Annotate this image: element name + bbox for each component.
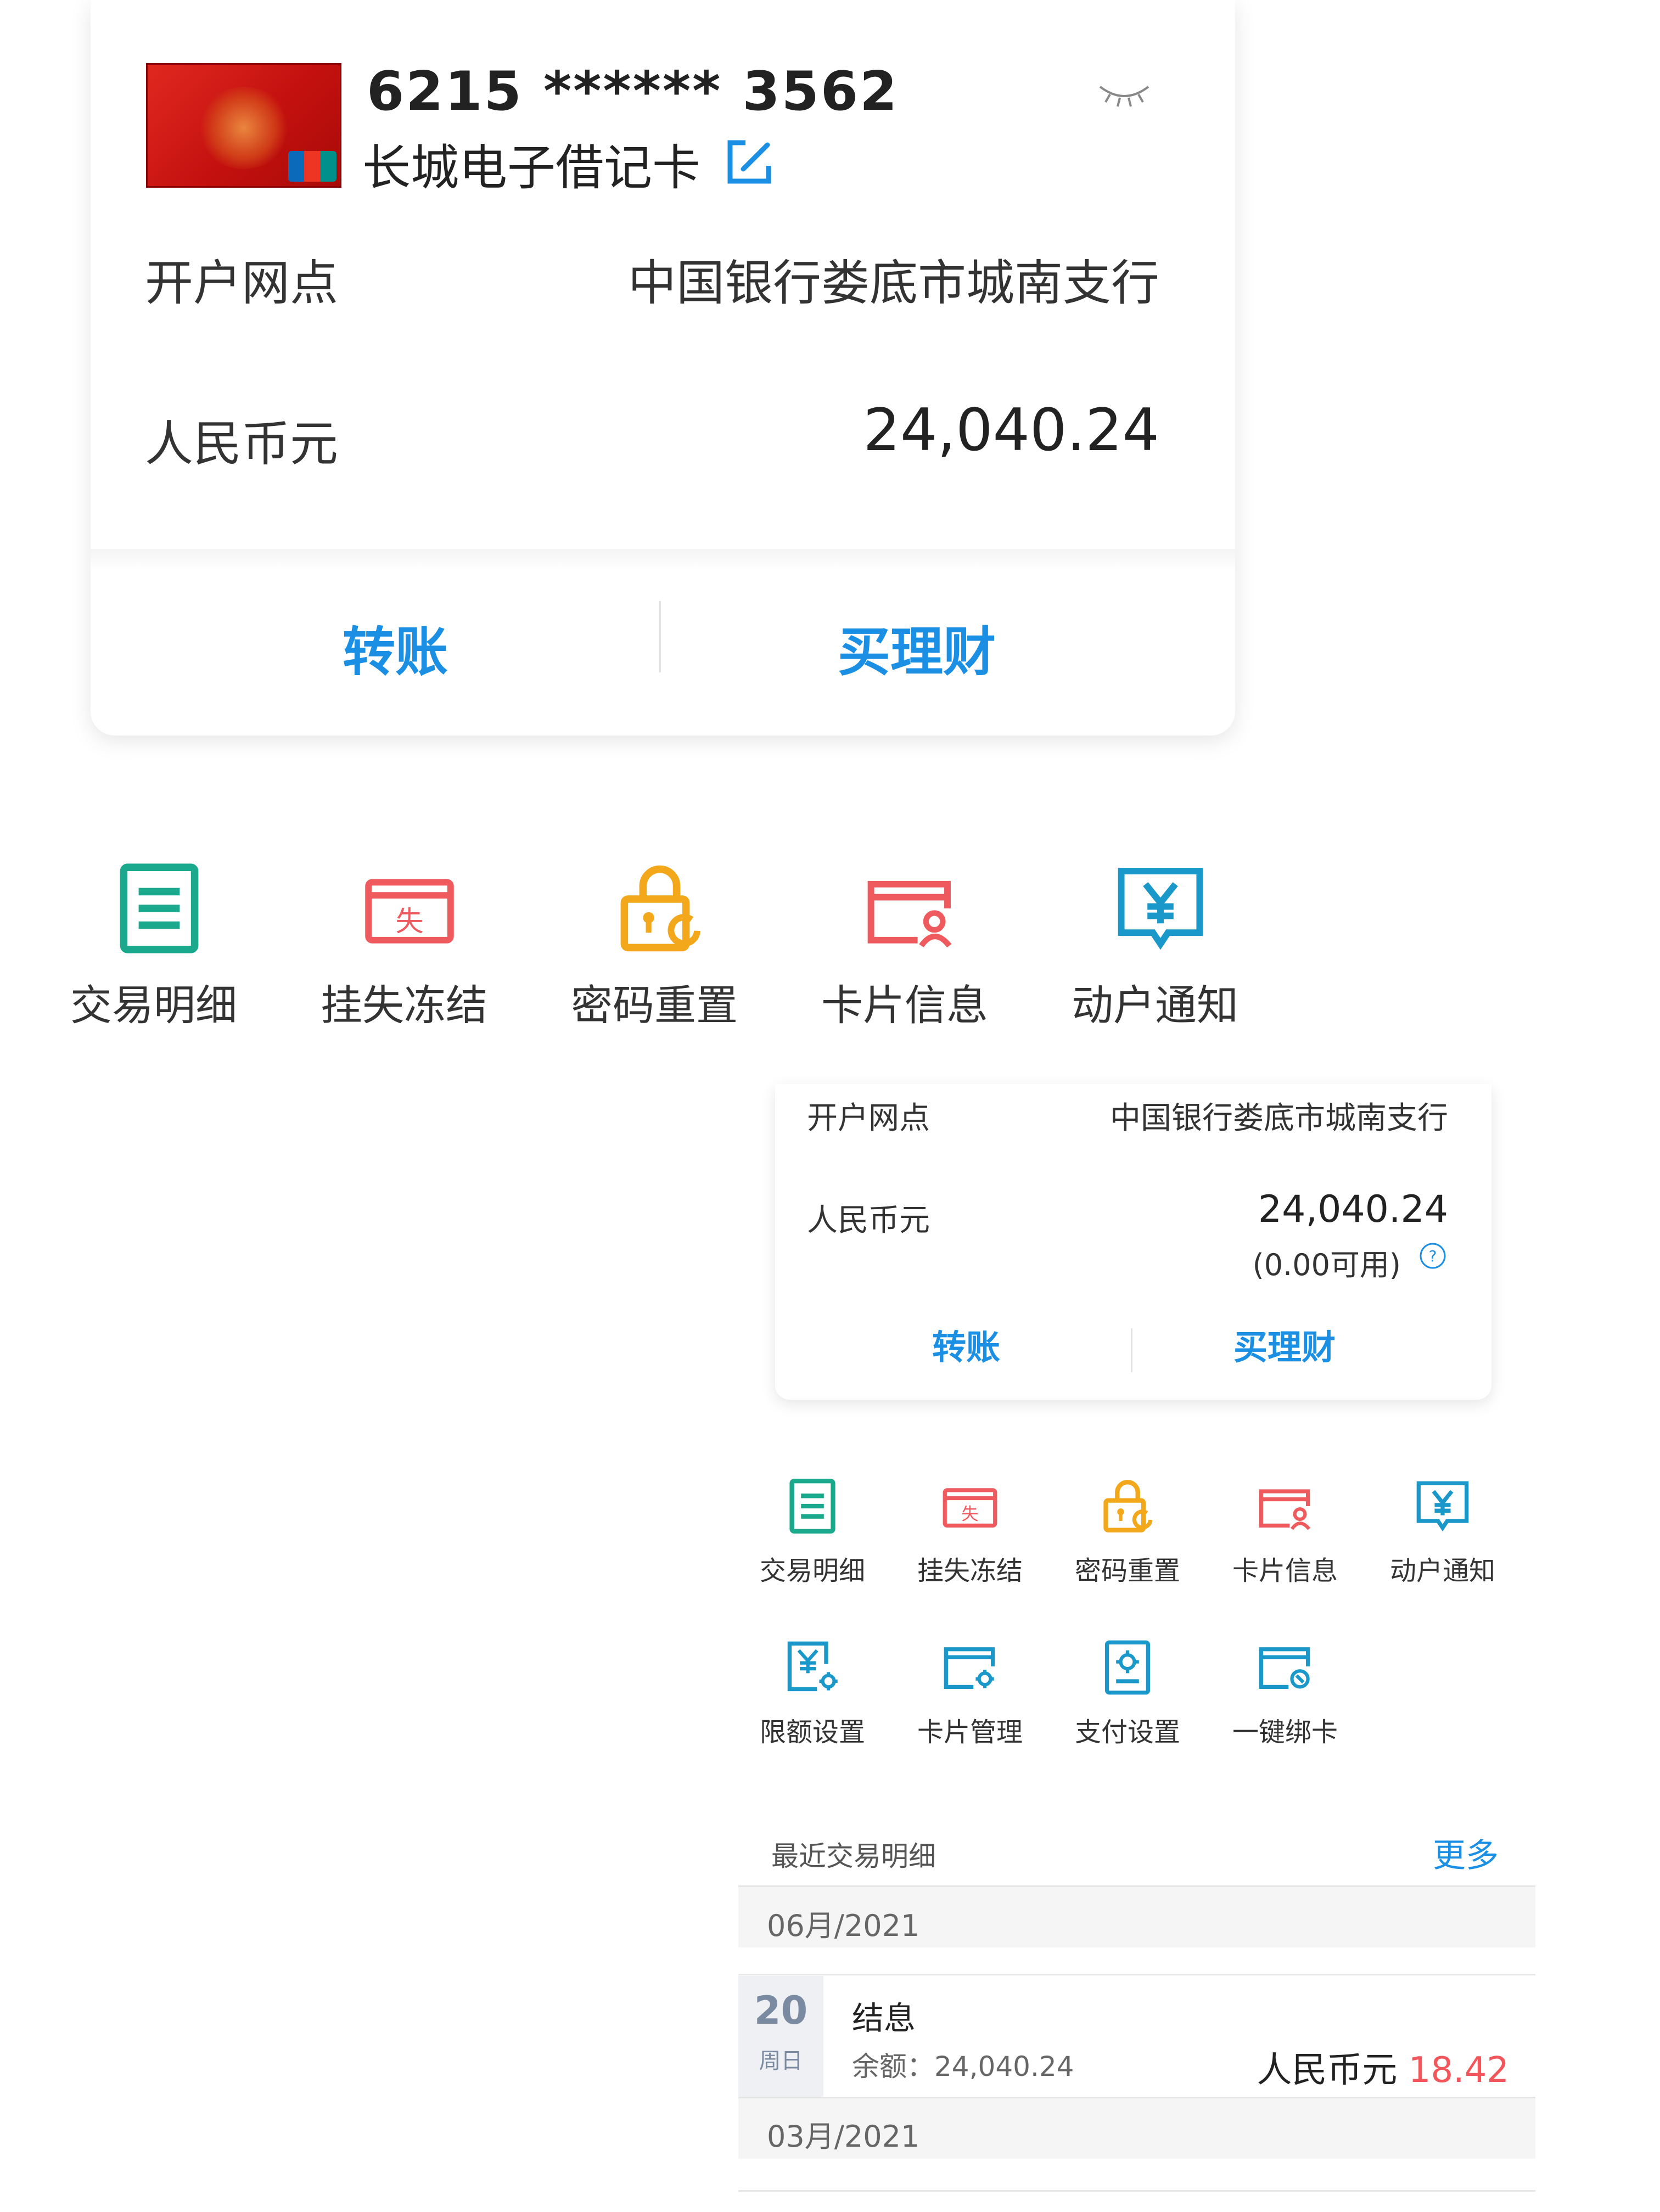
transaction-name: 结息 — [852, 2000, 916, 2037]
month-label: 06月/2021 — [767, 1908, 920, 1943]
row-divider — [738, 1974, 1535, 1975]
help-icon[interactable]: ? — [1418, 1242, 1447, 1270]
action-password-reset[interactable]: 密码重置 — [556, 862, 753, 1037]
button-divider-small — [1131, 1328, 1132, 1372]
transaction-balance: 余额：24,040.24 — [852, 2051, 1074, 2082]
card-name: 长城电子借记卡 — [362, 139, 701, 196]
lock-reset-icon — [620, 865, 700, 952]
yuan-notice-icon — [1118, 868, 1203, 950]
branch-label-small: 开户网点 — [807, 1101, 930, 1136]
action-loss-report[interactable]: 失 挂失冻结 — [305, 862, 503, 1037]
branch-label: 开户网点 — [145, 255, 339, 311]
action-account-notice-small[interactable]: 动户通知 — [1363, 1478, 1522, 1593]
card-info-icon — [867, 880, 952, 948]
action-card-info-small[interactable]: 卡片信息 — [1205, 1478, 1365, 1593]
action-card-manage[interactable]: 卡片管理 — [890, 1639, 1050, 1754]
svg-text:?: ? — [1429, 1247, 1437, 1265]
transaction-currency: 人民币元 — [1257, 2050, 1398, 2091]
buy-wealth-button[interactable]: 买理财 — [763, 609, 1070, 686]
currency-label: 人民币元 — [145, 416, 339, 472]
branch-value: 中国银行娄底市城南支行 — [627, 255, 1159, 311]
yuan-notice-icon — [1416, 1481, 1469, 1532]
card-manage-icon — [944, 1647, 995, 1689]
action-card-info[interactable]: 卡片信息 — [806, 862, 1003, 1037]
action-loss-report-small[interactable]: 失 挂失冻结 — [890, 1478, 1050, 1593]
transfer-button-small[interactable]: 转账 — [867, 1320, 1065, 1369]
transaction-list-icon — [789, 1479, 835, 1534]
action-bind-card[interactable]: 一键绑卡 — [1205, 1639, 1365, 1754]
action-transaction-detail-small[interactable]: 交易明细 — [733, 1478, 892, 1593]
loss-report-icon: 失 — [943, 1488, 997, 1528]
bank-card-image — [146, 63, 341, 188]
button-divider — [659, 601, 661, 672]
transaction-list-icon — [120, 863, 199, 953]
transaction-amount: 人民币元 18.42 — [1257, 2042, 1509, 2092]
card-number: 6215 ****** 3562 — [367, 60, 899, 123]
limit-settings-icon — [787, 1641, 838, 1692]
buy-wealth-button-small[interactable]: 买理财 — [1186, 1320, 1383, 1369]
bind-card-icon — [1259, 1647, 1310, 1689]
svg-text:失: 失 — [395, 906, 423, 938]
transfer-button[interactable]: 转账 — [242, 609, 549, 686]
hide-balance-icon[interactable] — [1097, 77, 1152, 110]
currency-label-small: 人民币元 — [807, 1203, 930, 1238]
loss-report-icon: 失 — [365, 879, 454, 944]
payment-settings-icon — [1104, 1640, 1151, 1695]
available-balance: (0.00可用) — [1252, 1248, 1401, 1282]
month-label: 03月/2021 — [767, 2119, 920, 2154]
action-account-notice[interactable]: 动户通知 — [1056, 862, 1254, 1037]
recent-transactions-title: 最近交易明细 — [771, 1840, 936, 1872]
action-transaction-detail[interactable]: 交易明细 — [55, 862, 253, 1037]
balance-value-small: 24,040.24 — [1258, 1188, 1448, 1231]
edit-icon[interactable] — [724, 135, 776, 188]
balance-value: 24,040.24 — [863, 396, 1159, 464]
action-payment-settings[interactable]: 支付设置 — [1048, 1639, 1207, 1754]
row-divider — [738, 2190, 1535, 2192]
lock-reset-icon — [1103, 1480, 1153, 1532]
branch-value-small: 中国银行娄底市城南支行 — [1110, 1101, 1448, 1136]
more-link[interactable]: 更多 — [1433, 1829, 1499, 1877]
svg-text:失: 失 — [961, 1504, 978, 1524]
action-limit-settings[interactable]: 限额设置 — [733, 1639, 892, 1754]
action-password-reset-small[interactable]: 密码重置 — [1048, 1478, 1207, 1593]
card-info-icon — [1259, 1489, 1311, 1530]
transaction-weekday: 周日 — [759, 2048, 803, 2074]
transaction-day: 20 — [754, 1988, 808, 2033]
transaction-amount-value: 18.42 — [1408, 2050, 1509, 2091]
